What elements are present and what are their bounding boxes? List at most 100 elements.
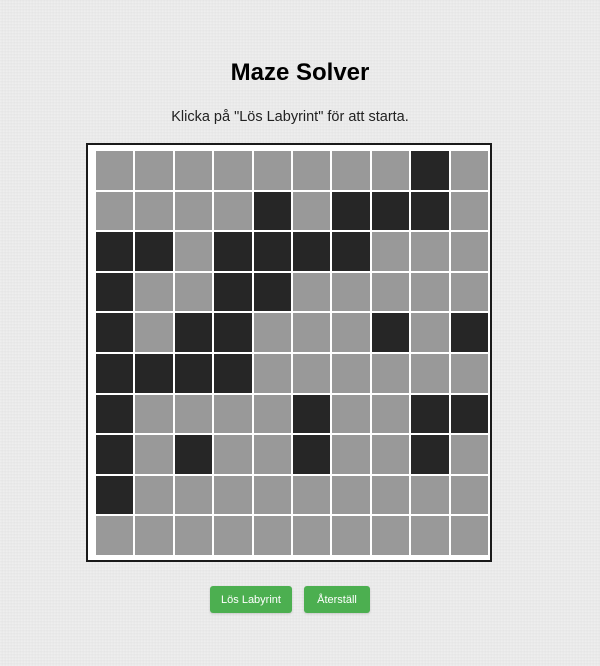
- maze-path-cell: [135, 475, 173, 515]
- maze-path-cell: [450, 151, 488, 190]
- maze-path-cell: [214, 435, 252, 474]
- maze-wall-cell: [135, 232, 173, 271]
- maze-path-cell: [135, 191, 173, 231]
- maze-path-cell: [293, 151, 331, 190]
- maze-wall-cell: [371, 313, 410, 352]
- maze-path-cell: [253, 313, 291, 352]
- maze-path-cell: [450, 516, 488, 555]
- maze-path-cell: [293, 191, 331, 231]
- maze-path-cell: [174, 191, 213, 231]
- maze-path-cell: [332, 394, 370, 434]
- maze-wall-cell: [253, 232, 291, 271]
- maze-wall-cell: [96, 232, 134, 271]
- maze-path-cell: [214, 191, 252, 231]
- maze-path-cell: [253, 353, 291, 393]
- maze-path-cell: [293, 313, 331, 352]
- maze-wall-cell: [96, 475, 134, 515]
- maze-wall-cell: [332, 232, 370, 271]
- status-message: Klicka på "Lös Labyrint" för att starta.: [171, 109, 409, 125]
- maze-wall-cell: [411, 394, 449, 434]
- maze-wall-cell: [411, 151, 449, 190]
- maze-wall-cell: [293, 435, 331, 474]
- button-bar: Lös Labyrint Återställ: [0, 586, 580, 613]
- maze-path-cell: [293, 475, 331, 515]
- maze-path-cell: [332, 435, 370, 474]
- maze-wall-cell: [214, 313, 252, 352]
- maze-wall-cell: [293, 232, 331, 271]
- maze-path-cell: [371, 394, 410, 434]
- maze-path-cell: [332, 516, 370, 555]
- maze-path-cell: [411, 475, 449, 515]
- maze-wall-cell: [253, 272, 291, 312]
- maze-wall-cell: [450, 313, 488, 352]
- maze-board: [86, 143, 492, 562]
- maze-wall-cell: [214, 353, 252, 393]
- maze-path-cell: [411, 313, 449, 352]
- maze-path-cell: [135, 151, 173, 190]
- maze-path-cell: [253, 151, 291, 190]
- maze-wall-cell: [371, 191, 410, 231]
- maze-path-cell: [411, 516, 449, 555]
- maze-path-cell: [293, 516, 331, 555]
- maze-path-cell: [96, 516, 134, 555]
- maze-wall-cell: [411, 435, 449, 474]
- maze-path-cell: [96, 151, 134, 190]
- maze-path-cell: [135, 313, 173, 352]
- maze-path-cell: [411, 272, 449, 312]
- maze-path-cell: [371, 435, 410, 474]
- maze-wall-cell: [174, 313, 213, 352]
- maze-path-cell: [253, 435, 291, 474]
- reset-button[interactable]: Återställ: [304, 586, 370, 613]
- maze-path-cell: [371, 272, 410, 312]
- maze-path-cell: [253, 516, 291, 555]
- maze-path-cell: [135, 394, 173, 434]
- maze-wall-cell: [96, 353, 134, 393]
- maze-path-cell: [371, 475, 410, 515]
- maze-wall-cell: [214, 272, 252, 312]
- maze-path-cell: [371, 232, 410, 271]
- maze-path-cell: [450, 232, 488, 271]
- maze-wall-cell: [174, 353, 213, 393]
- maze-path-cell: [332, 353, 370, 393]
- maze-wall-cell: [450, 394, 488, 434]
- maze-path-cell: [174, 151, 213, 190]
- maze-path-cell: [293, 272, 331, 312]
- maze-path-cell: [135, 435, 173, 474]
- maze-path-cell: [450, 272, 488, 312]
- maze-path-cell: [450, 191, 488, 231]
- maze-path-cell: [332, 272, 370, 312]
- maze-path-cell: [174, 394, 213, 434]
- maze-path-cell: [411, 232, 449, 271]
- maze-path-cell: [371, 151, 410, 190]
- maze-path-cell: [253, 475, 291, 515]
- maze-path-cell: [174, 475, 213, 515]
- maze-wall-cell: [293, 394, 331, 434]
- maze-wall-cell: [96, 435, 134, 474]
- maze-wall-cell: [174, 435, 213, 474]
- maze-path-cell: [332, 151, 370, 190]
- maze-path-cell: [371, 353, 410, 393]
- maze-wall-cell: [96, 394, 134, 434]
- maze-path-cell: [174, 272, 213, 312]
- maze-wall-cell: [332, 191, 370, 231]
- maze-path-cell: [253, 394, 291, 434]
- maze-path-cell: [135, 516, 173, 555]
- maze-path-cell: [214, 516, 252, 555]
- maze-path-cell: [332, 313, 370, 352]
- maze-wall-cell: [411, 191, 449, 231]
- maze-path-cell: [450, 353, 488, 393]
- maze-path-cell: [214, 394, 252, 434]
- maze-path-cell: [96, 191, 134, 231]
- maze-wall-cell: [214, 232, 252, 271]
- maze-path-cell: [214, 475, 252, 515]
- solve-maze-button[interactable]: Lös Labyrint: [210, 586, 292, 613]
- maze-path-cell: [214, 151, 252, 190]
- maze-grid: [96, 151, 488, 555]
- maze-wall-cell: [96, 272, 134, 312]
- maze-wall-cell: [253, 191, 291, 231]
- maze-path-cell: [332, 475, 370, 515]
- maze-path-cell: [411, 353, 449, 393]
- maze-path-cell: [293, 353, 331, 393]
- maze-path-cell: [450, 435, 488, 474]
- maze-wall-cell: [96, 313, 134, 352]
